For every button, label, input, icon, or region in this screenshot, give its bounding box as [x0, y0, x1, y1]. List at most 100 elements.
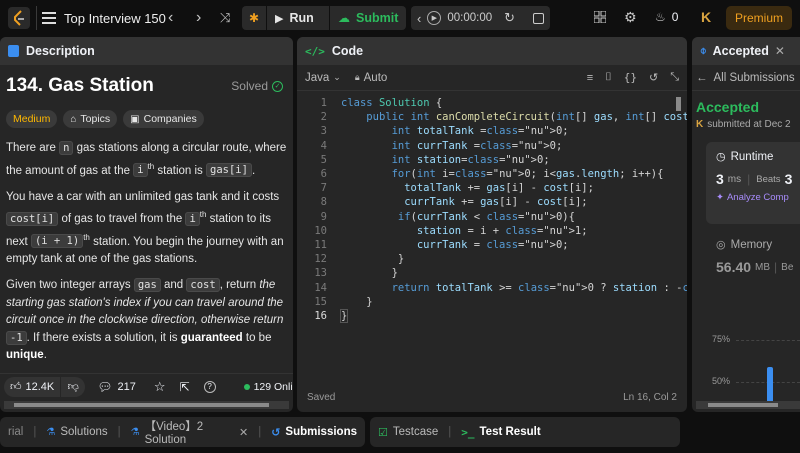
code-tab-label: Code — [331, 44, 364, 58]
line-number: 2 — [320, 111, 327, 124]
result-scrollbar[interactable] — [696, 401, 800, 409]
layout-grid-icon[interactable] — [594, 11, 606, 23]
memory-card[interactable]: ◎ Memory 56.40 MB | Be — [706, 230, 800, 290]
line-number: 4 — [320, 139, 327, 152]
shuffle-icon[interactable]: ⤨ — [220, 10, 230, 26]
close-tab-icon[interactable]: ✕ — [239, 426, 248, 439]
text-run: You have a car with an unlimited gas tan… — [6, 190, 280, 203]
timer-play-icon[interactable]: ▶ — [427, 11, 442, 25]
history-icon: ↺ — [271, 426, 281, 439]
avatar[interactable]: K — [697, 9, 715, 27]
braces-icon[interactable]: {} — [624, 71, 637, 84]
line-number: 12 — [314, 253, 327, 266]
code-line: for(int i=class="nu">0; i<gas.length; i+… — [391, 168, 664, 180]
memory-label: Memory — [730, 238, 773, 251]
like-count: 12.4K — [25, 380, 55, 393]
tab-solutions[interactable]: ⚗ Solutions — [46, 426, 107, 438]
collapse-timer-icon[interactable]: ‹ — [417, 11, 421, 26]
comments-button[interactable]: 💬︎ 217 — [97, 380, 136, 394]
text-run: . — [251, 164, 256, 177]
text-run: and — [160, 279, 187, 292]
code-line: int totalTank =class="nu">0; — [391, 125, 569, 138]
reset-timer-icon[interactable]: ↻ — [504, 10, 515, 26]
description-tab-label: Description — [26, 44, 95, 58]
description-tab[interactable]: Description — [0, 37, 293, 65]
share-icon[interactable]: ⇱ — [180, 380, 190, 394]
code-editor-panel: </> Code Java ⌄ 🔒︎ Auto ≡ ⌷ {} ↺ ⤡ 1 clas… — [297, 37, 687, 412]
line-number: 15 — [314, 295, 327, 308]
premium-button[interactable]: Premium — [726, 6, 792, 30]
line-number: 3 — [320, 125, 327, 138]
gridline-75 — [736, 340, 800, 341]
line-number: 10 — [314, 224, 327, 237]
problem-list-button[interactable]: Top Interview 150 — [42, 6, 166, 30]
horizontal-scrollbar[interactable] — [4, 401, 289, 409]
code-tab[interactable]: </> Code — [297, 37, 687, 65]
tab-submissions[interactable]: ↺ Submissions — [271, 426, 357, 439]
problem-title: 134. Gas Station — [6, 75, 154, 96]
all-submissions-link[interactable]: ← All Submissions — [692, 65, 800, 91]
streak-counter[interactable]: ♨ 0 — [655, 10, 678, 24]
dislike-button[interactable]: 👎︎ — [61, 376, 86, 397]
code-line: currTank = class="nu">0; — [416, 239, 569, 251]
like-button[interactable]: 👍︎ 12.4K — [4, 376, 61, 397]
analyze-label: Analyze Comp — [726, 192, 789, 203]
tab-video-solution[interactable]: ⚗ 【Video】2 Solution ✕ — [131, 418, 249, 446]
result-panel: ⌽ Accepted ✕ ← All Submissions Accepted … — [692, 37, 800, 412]
code-line: } — [339, 309, 349, 323]
code-area[interactable]: 1 class Solution {2 public int canComplet… — [297, 93, 687, 383]
solved-label: Solved — [231, 79, 268, 93]
code-line: } — [341, 267, 398, 280]
inline-code: gas[i] — [206, 163, 252, 178]
accepted-tab[interactable]: ⌽ Accepted ✕ — [692, 37, 800, 65]
text-run: of gas to travel from the — [58, 213, 186, 226]
line-number: 9 — [320, 210, 327, 223]
next-problem-icon[interactable]: › — [196, 9, 201, 27]
sparkle-icon: ✦ — [716, 192, 724, 203]
notes-button[interactable] — [526, 6, 550, 30]
close-tab-icon[interactable]: ✕ — [775, 44, 785, 58]
submit-button[interactable]: ☁ Submit — [330, 6, 406, 30]
submissions-label: Submissions — [285, 426, 357, 438]
y-tick-75: 75% — [712, 334, 731, 344]
companies-tag[interactable]: ▣ Companies — [123, 110, 204, 128]
leetcode-logo[interactable] — [8, 7, 30, 29]
help-icon[interactable]: ? — [203, 380, 216, 393]
line-number: 11 — [314, 239, 327, 251]
topics-tag[interactable]: ⌂ Topics — [63, 110, 118, 128]
auto-mode-toggle[interactable]: 🔒︎ Auto — [355, 72, 387, 84]
tab-editorial[interactable]: rial — [8, 426, 23, 438]
inline-code: gas — [133, 278, 161, 293]
result-scrollbar-thumb[interactable] — [708, 403, 778, 407]
streak-count: 0 — [671, 10, 679, 24]
runtime-card[interactable]: ◷ Runtime 3 ms | Beats 3 ✦ Analyze Comp — [706, 142, 800, 224]
thumbs-down-icon: 👎︎ — [67, 381, 79, 393]
language-select[interactable]: Java ⌄ — [305, 72, 341, 84]
left-bottom-tabs: rial | ⚗ Solutions | ⚗ 【Video】2 Solution… — [0, 417, 365, 447]
settings-gear-icon[interactable]: ⚙ — [624, 9, 637, 26]
star-icon[interactable]: ☆ — [154, 379, 166, 395]
difficulty-badge[interactable]: Medium — [6, 110, 58, 128]
y-tick-50: 50% — [712, 376, 731, 386]
distribution-bar[interactable] — [767, 367, 773, 403]
tab-test-result[interactable]: >_ Test Result — [461, 426, 540, 439]
format-icon[interactable]: ≡ — [587, 72, 593, 84]
bookmark-icon[interactable]: ⌷ — [605, 71, 612, 84]
scrollbar-thumb[interactable] — [14, 403, 269, 407]
lock-icon: ▣ — [130, 113, 140, 125]
reset-icon[interactable]: ↺ — [649, 71, 658, 84]
collapse-icon[interactable]: ⤡ — [670, 71, 679, 84]
testcase-label: Testcase — [392, 426, 439, 438]
beats-label: Beats — [756, 173, 781, 185]
memory-value: 56.40 — [716, 259, 752, 275]
run-label: Run — [289, 11, 314, 25]
run-button[interactable]: ▶ Run — [267, 6, 329, 30]
comment-count: 217 — [117, 380, 136, 393]
editor-status-bar: Saved Ln 16, Col 2 — [297, 387, 687, 407]
prev-problem-icon[interactable]: ‹ — [168, 9, 173, 27]
tab-testcase[interactable]: ☑ Testcase — [378, 426, 438, 439]
analyze-complexity-link[interactable]: ✦ Analyze Comp — [716, 192, 796, 203]
accepted-tab-label: Accepted — [712, 44, 769, 58]
debug-button[interactable]: ✱ — [242, 6, 266, 30]
editor-scrollbar[interactable] — [676, 97, 681, 111]
